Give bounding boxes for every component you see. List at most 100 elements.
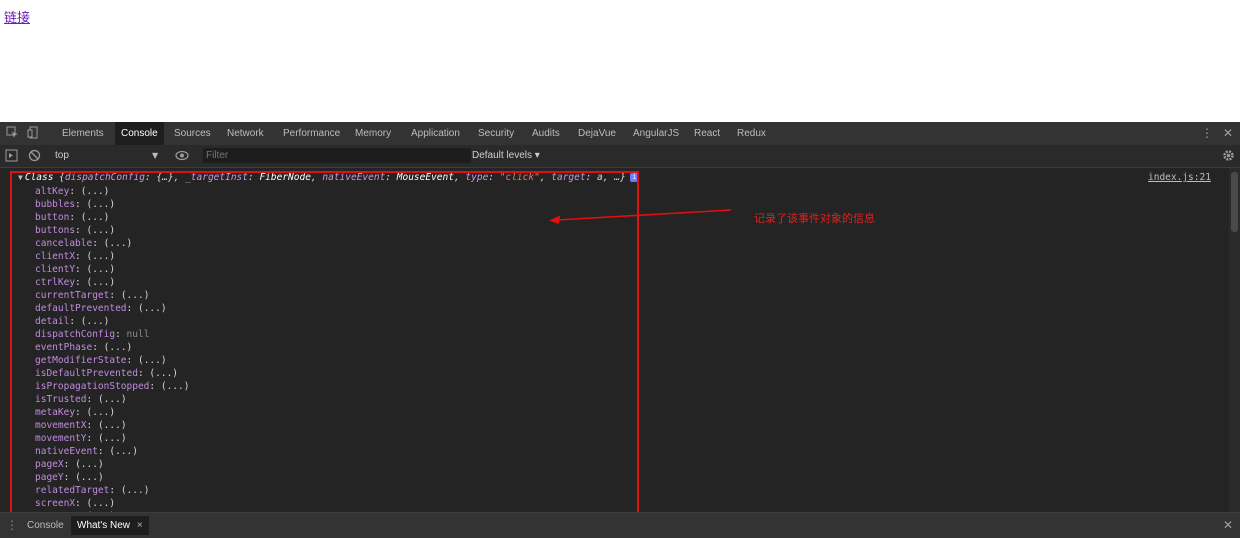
property-row[interactable]: detail: (...) <box>35 315 189 328</box>
property-row[interactable]: metaKey: (...) <box>35 406 189 419</box>
property-row[interactable]: clientX: (...) <box>35 250 189 263</box>
property-value[interactable]: (...) <box>87 225 116 236</box>
property-key: clientY <box>35 264 76 275</box>
property-value[interactable]: (...) <box>138 355 167 366</box>
inspect-element-icon[interactable] <box>5 126 19 140</box>
header-val-type: "click" <box>499 172 540 183</box>
property-row[interactable]: getModifierState: (...) <box>35 354 189 367</box>
property-row[interactable]: screenX: (...) <box>35 497 189 510</box>
property-list: altKey: (...) bubbles: (...) button: (..… <box>35 185 189 512</box>
property-key: screenX <box>35 498 76 509</box>
tab-dejavue[interactable]: DejaVue <box>578 122 616 145</box>
drawer-tabbar: ⋮ Console What's New × ✕ <box>0 512 1240 538</box>
property-value[interactable]: (...) <box>87 277 116 288</box>
property-value[interactable]: (...) <box>149 368 178 379</box>
property-value[interactable]: (...) <box>75 459 104 470</box>
property-row[interactable]: currentTarget: (...) <box>35 289 189 302</box>
expand-triangle-icon[interactable]: ▼ <box>18 173 23 182</box>
source-link[interactable]: index.js:21 <box>1148 172 1211 183</box>
property-row[interactable]: nativeEvent: (...) <box>35 445 189 458</box>
property-value[interactable]: (...) <box>121 485 150 496</box>
property-value[interactable]: (...) <box>161 381 190 392</box>
object-header[interactable]: ▼ Class {dispatchConfig: {…}, _targetInst… <box>18 172 639 183</box>
property-row[interactable]: button: (...) <box>35 211 189 224</box>
property-row[interactable]: clientY: (...) <box>35 263 189 276</box>
property-row[interactable]: defaultPrevented: (...) <box>35 302 189 315</box>
property-value[interactable]: (...) <box>98 433 127 444</box>
devtools-tabbar: Elements Console Sources Network Perform… <box>0 122 1240 146</box>
property-value[interactable]: (...) <box>81 186 110 197</box>
property-row[interactable]: dispatchConfig: null <box>35 328 189 341</box>
property-value[interactable]: (...) <box>109 446 138 457</box>
property-value[interactable]: (...) <box>138 303 167 314</box>
tab-sources[interactable]: Sources <box>174 122 211 145</box>
property-value[interactable]: (...) <box>75 472 104 483</box>
property-key: pageY <box>35 472 64 483</box>
property-value[interactable]: (...) <box>87 264 116 275</box>
live-expression-eye-icon[interactable] <box>175 149 189 163</box>
drawer-menu-icon[interactable]: ⋮ <box>5 518 19 532</box>
console-output[interactable]: ▼ Class {dispatchConfig: {…}, _targetInst… <box>0 168 1228 512</box>
tab-performance[interactable]: Performance <box>283 122 340 145</box>
property-value[interactable]: (...) <box>104 342 133 353</box>
drawer-tab-whats-new[interactable]: What's New × <box>71 516 149 535</box>
class-name: Class <box>24 172 54 183</box>
property-value[interactable]: (...) <box>121 290 150 301</box>
tab-angularjs[interactable]: AngularJS <box>633 122 679 145</box>
tab-network[interactable]: Network <box>227 122 264 145</box>
log-levels-dropdown[interactable]: Default levels ▾ <box>472 145 540 167</box>
property-row[interactable]: eventPhase: (...) <box>35 341 189 354</box>
gear-icon[interactable] <box>1221 149 1235 163</box>
property-row[interactable]: cancelable: (...) <box>35 237 189 250</box>
console-scrollbar[interactable] <box>1229 168 1240 512</box>
tab-elements[interactable]: Elements <box>62 122 104 145</box>
property-row[interactable]: isTrusted: (...) <box>35 393 189 406</box>
property-value[interactable]: (...) <box>87 251 116 262</box>
property-row[interactable]: pageY: (...) <box>35 471 189 484</box>
sidebar-toggle-icon[interactable] <box>4 149 18 163</box>
scrollbar-thumb[interactable] <box>1231 172 1238 232</box>
tab-console[interactable]: Console <box>115 122 164 145</box>
device-toolbar-icon[interactable] <box>26 126 40 140</box>
property-value[interactable]: (...) <box>87 199 116 210</box>
filter-input[interactable] <box>203 148 471 163</box>
property-key: detail <box>35 316 70 327</box>
header-key-dispatchconfig: dispatchConfig <box>64 172 145 183</box>
property-row[interactable]: isPropagationStopped: (...) <box>35 380 189 393</box>
drawer-tab-console[interactable]: Console <box>27 516 64 535</box>
close-icon[interactable]: ✕ <box>1223 122 1233 145</box>
context-selector[interactable]: top <box>55 145 69 167</box>
property-row[interactable]: isDefaultPrevented: (...) <box>35 367 189 380</box>
page-link[interactable]: 链接 <box>4 7 30 26</box>
info-icon[interactable]: i <box>629 173 639 182</box>
tab-audits[interactable]: Audits <box>532 122 560 145</box>
header-rest: …} <box>614 172 626 183</box>
property-row[interactable]: movementY: (...) <box>35 432 189 445</box>
more-vertical-icon[interactable]: ⋮ <box>1201 122 1213 145</box>
property-row[interactable]: buttons: (...) <box>35 224 189 237</box>
tab-security[interactable]: Security <box>478 122 514 145</box>
tab-application[interactable]: Application <box>411 122 460 145</box>
property-row[interactable]: bubbles: (...) <box>35 198 189 211</box>
property-row[interactable]: altKey: (...) <box>35 185 189 198</box>
property-key: buttons <box>35 225 76 236</box>
property-value[interactable]: (...) <box>98 420 127 431</box>
property-key: isTrusted <box>35 394 87 405</box>
property-row[interactable]: movementX: (...) <box>35 419 189 432</box>
property-value[interactable]: (...) <box>98 394 127 405</box>
property-value[interactable]: (...) <box>104 238 133 249</box>
property-value[interactable]: (...) <box>87 498 116 509</box>
tab-redux[interactable]: Redux <box>737 122 766 145</box>
property-row[interactable]: ctrlKey: (...) <box>35 276 189 289</box>
drawer-close-icon[interactable]: ✕ <box>1223 514 1233 537</box>
property-value[interactable]: (...) <box>81 212 110 223</box>
tab-react[interactable]: React <box>694 122 720 145</box>
property-row[interactable]: pageX: (...) <box>35 458 189 471</box>
property-row[interactable]: relatedTarget: (...) <box>35 484 189 497</box>
chevron-down-icon[interactable]: ▼ <box>152 145 158 167</box>
close-icon[interactable]: × <box>137 520 143 531</box>
property-value[interactable]: (...) <box>87 407 116 418</box>
property-value[interactable]: (...) <box>81 316 110 327</box>
tab-memory[interactable]: Memory <box>355 122 391 145</box>
clear-console-icon[interactable] <box>27 149 41 163</box>
